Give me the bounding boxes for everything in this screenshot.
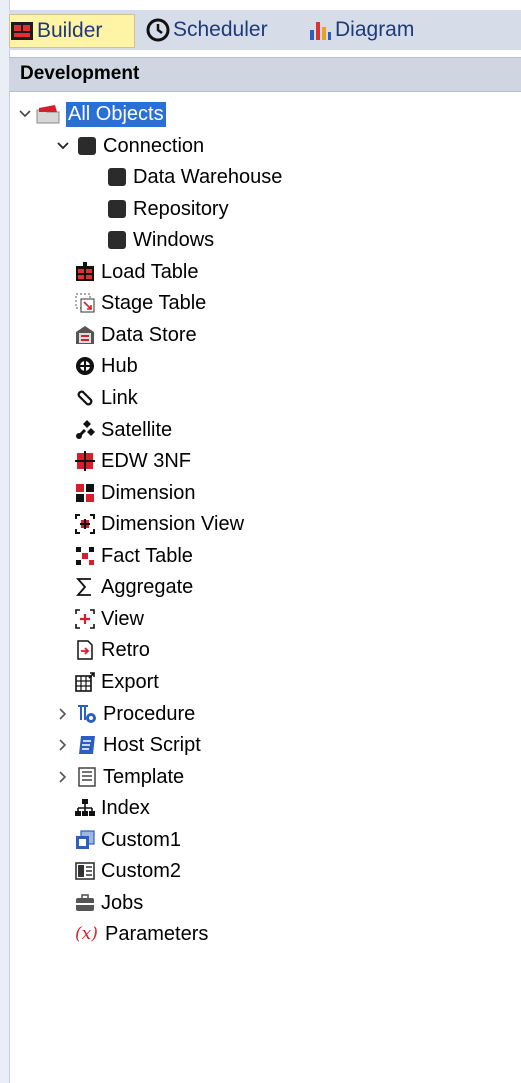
tree-item-custom2[interactable]: Custom2 xyxy=(75,856,181,886)
tree-item-data-store[interactable]: Data Store xyxy=(75,320,197,350)
load-table-icon xyxy=(75,262,95,282)
builder-icon xyxy=(10,19,34,43)
tab-builder[interactable]: Builder xyxy=(9,14,135,48)
tree-item-custom1[interactable]: Custom1 xyxy=(75,825,181,855)
tree-item-label: Custom1 xyxy=(101,828,182,851)
left-frame-border xyxy=(0,0,10,1083)
view-icon xyxy=(75,609,95,629)
tree-item-dimension[interactable]: Dimension xyxy=(75,478,195,508)
tree-item-label: Connection xyxy=(103,134,205,157)
tree-item-label: Windows xyxy=(133,228,215,251)
tree-item-label: Satellite xyxy=(101,418,173,441)
tree-item-label: Repository xyxy=(133,197,229,220)
chevron-right-icon[interactable] xyxy=(56,738,70,752)
tree-item-label: Dimension xyxy=(101,481,196,504)
parameters-icon: (x) xyxy=(75,924,98,944)
fact-table-icon xyxy=(75,546,95,566)
database-icon xyxy=(107,199,127,219)
database-icon xyxy=(77,136,97,156)
tab-diagram-label: Diagram xyxy=(335,18,415,41)
dimension-icon xyxy=(75,483,95,503)
custom2-icon xyxy=(75,861,95,881)
tab-scheduler[interactable]: Scheduler xyxy=(146,14,268,46)
tree-item-template[interactable]: Template xyxy=(56,762,184,792)
tree-item-procedure[interactable]: Procedure xyxy=(56,699,195,729)
tab-scheduler-label: Scheduler xyxy=(173,18,268,41)
tree-item-hub[interactable]: Hub xyxy=(75,351,138,381)
retro-icon xyxy=(75,640,95,660)
tree-item-label: Retro xyxy=(101,638,150,661)
clock-icon xyxy=(146,18,170,42)
jobs-icon xyxy=(75,893,95,913)
database-icon xyxy=(107,230,127,250)
chevron-right-icon[interactable] xyxy=(56,707,70,721)
dimension-view-icon xyxy=(75,514,95,534)
tree-item-windows[interactable]: Windows xyxy=(107,225,214,255)
tree-item-label: Hub xyxy=(101,354,138,377)
tree-item-label: Export xyxy=(101,670,159,693)
tree-item-label: Fact Table xyxy=(101,544,193,567)
tree-item-label: Link xyxy=(101,386,138,409)
panel-title: Development xyxy=(20,63,140,84)
tree-item-index[interactable]: Index xyxy=(75,793,150,823)
tree-item-load-table[interactable]: Load Table xyxy=(75,257,199,287)
tab-bar: Builder Scheduler Diagram xyxy=(9,10,521,50)
tree-item-link[interactable]: Link xyxy=(75,383,138,413)
data-store-icon xyxy=(75,325,95,345)
tree-item-label: Stage Table xyxy=(101,291,207,314)
chevron-down-icon[interactable] xyxy=(18,107,32,121)
tree-item-label: All Objects xyxy=(66,101,166,127)
database-icon xyxy=(107,167,127,187)
sigma-icon xyxy=(75,577,95,597)
tree-item-label: View xyxy=(101,607,144,630)
tree-item-connection[interactable]: Connection xyxy=(56,131,204,161)
tree-item-label: Host Script xyxy=(103,733,201,756)
host-script-icon xyxy=(77,735,97,755)
tree-item-aggregate[interactable]: Aggregate xyxy=(75,572,193,602)
chevron-right-icon[interactable] xyxy=(56,770,70,784)
tree-item-label: Jobs xyxy=(101,891,144,914)
link-icon xyxy=(75,388,95,408)
tree-item-data-warehouse[interactable]: Data Warehouse xyxy=(107,162,282,192)
hub-icon xyxy=(75,356,95,376)
tree-item-host-script[interactable]: Host Script xyxy=(56,730,201,760)
tree-item-view[interactable]: View xyxy=(75,604,144,634)
tree-item-retro[interactable]: Retro xyxy=(75,635,150,665)
index-icon xyxy=(75,798,95,818)
tab-diagram[interactable]: Diagram xyxy=(308,14,414,46)
tree-item-label: Dimension View xyxy=(101,512,245,535)
bar-chart-icon xyxy=(308,18,332,42)
template-icon xyxy=(77,767,97,787)
tree-item-label: Data Store xyxy=(101,323,197,346)
tree-item-label: Parameters xyxy=(105,922,209,945)
tree-item-parameters[interactable]: (x) Parameters xyxy=(75,919,208,949)
tab-builder-label: Builder xyxy=(37,19,103,42)
tree-item-label: Procedure xyxy=(103,702,196,725)
tree-item-repository[interactable]: Repository xyxy=(107,194,229,224)
folder-icon xyxy=(36,104,60,124)
tree-item-stage-table[interactable]: Stage Table xyxy=(75,288,206,318)
custom1-icon xyxy=(75,830,95,850)
chevron-down-icon[interactable] xyxy=(56,139,70,153)
tree-item-export[interactable]: Export xyxy=(75,667,159,697)
tree-item-label: Custom2 xyxy=(101,859,182,882)
tree-item-jobs[interactable]: Jobs xyxy=(75,888,143,918)
panel-header: Development xyxy=(9,57,521,92)
tree-item-label: Load Table xyxy=(101,260,199,283)
edw-icon xyxy=(75,451,95,471)
tree-item-label: Template xyxy=(103,765,185,788)
tree-item-label: Index xyxy=(101,796,150,819)
tree-item-dimension-view[interactable]: Dimension View xyxy=(75,509,244,539)
tree-item-all-objects[interactable]: All Objects xyxy=(18,99,166,129)
tree-item-fact-table[interactable]: Fact Table xyxy=(75,541,193,571)
tree-item-satellite[interactable]: Satellite xyxy=(75,415,172,445)
tree-item-edw-3nf[interactable]: EDW 3NF xyxy=(75,446,191,476)
tree-item-label: EDW 3NF xyxy=(101,449,191,472)
tree-item-label: Data Warehouse xyxy=(133,165,283,188)
stage-table-icon xyxy=(75,293,95,313)
procedure-icon xyxy=(77,704,97,724)
export-icon xyxy=(75,672,95,692)
satellite-icon xyxy=(75,420,95,440)
tree-item-label: Aggregate xyxy=(101,575,194,598)
